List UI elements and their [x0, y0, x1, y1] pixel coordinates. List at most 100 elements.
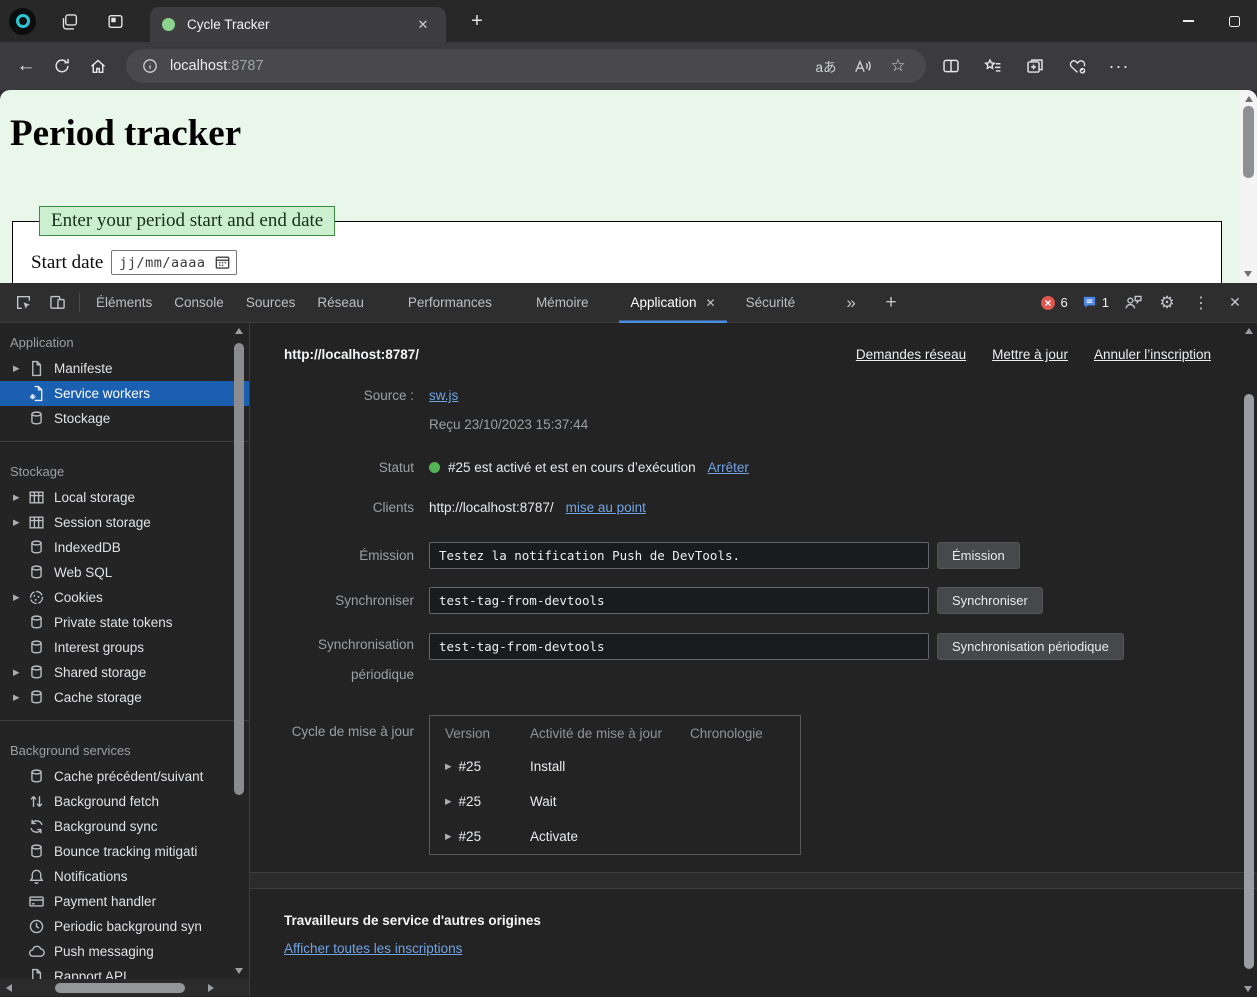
periodic-sync-button[interactable]: Synchronisation périodique: [937, 633, 1124, 660]
sidebar-item-bounce-tracking[interactable]: Bounce tracking mitigati: [0, 839, 249, 864]
translate-icon[interactable]: aあ: [808, 51, 844, 81]
scroll-down-arrow[interactable]: [1244, 986, 1252, 992]
favorite-star-icon[interactable]: ☆: [880, 51, 916, 81]
browser-tab[interactable]: Cycle Tracker ✕: [150, 7, 446, 42]
new-tab-button[interactable]: +: [462, 6, 492, 36]
network-requests-link[interactable]: Demandes réseau: [856, 347, 966, 362]
refresh-button[interactable]: [44, 48, 80, 84]
device-toolbar-icon[interactable]: [40, 283, 74, 323]
more-tabs-icon[interactable]: »: [834, 283, 868, 323]
sidebar-item-interest-groups[interactable]: Interest groups: [0, 635, 249, 660]
browser-essentials-icon[interactable]: [1056, 48, 1098, 84]
show-all-registrations-link[interactable]: Afficher toutes les inscriptions: [284, 941, 462, 956]
stop-link[interactable]: Arrêter: [708, 460, 749, 475]
settings-more-icon[interactable]: ···: [1098, 48, 1140, 84]
table-row[interactable]: ▶#25 Wait: [430, 784, 800, 819]
address-bar[interactable]: localhost:8787 aあ ☆: [126, 49, 926, 83]
sidebar-item-web-sql[interactable]: Web SQL: [0, 560, 249, 585]
workspaces-icon[interactable]: [52, 4, 86, 38]
gear-icon[interactable]: ⚙: [1151, 283, 1183, 323]
url-text[interactable]: localhost:8787: [170, 58, 808, 74]
expander-icon[interactable]: ▶: [445, 796, 452, 807]
source-file-link[interactable]: sw.js: [429, 388, 458, 403]
expander-icon[interactable]: ▶: [13, 363, 28, 374]
expander-icon[interactable]: ▶: [13, 492, 28, 503]
favorites-hub-icon[interactable]: [972, 48, 1014, 84]
scrollbar-thumb[interactable]: [55, 983, 185, 993]
split-screen-icon[interactable]: [930, 48, 972, 84]
expander-icon[interactable]: ▶: [445, 831, 452, 842]
sidebar-item-manifeste[interactable]: ▶ Manifeste: [0, 356, 249, 381]
scroll-up-arrow[interactable]: [235, 328, 243, 334]
sidebar-item-cookies[interactable]: ▶ Cookies: [0, 585, 249, 610]
issue-badge[interactable]: 1: [1076, 295, 1115, 310]
error-badge[interactable]: 6: [1034, 295, 1074, 311]
tab-actions-icon[interactable]: [98, 4, 132, 38]
sidebar-item-background-fetch[interactable]: Background fetch: [0, 789, 249, 814]
push-input[interactable]: [429, 542, 929, 569]
sidebar-item-service-workers[interactable]: Service workers: [0, 381, 249, 406]
read-aloud-icon[interactable]: [844, 51, 880, 81]
scroll-up-arrow[interactable]: [1245, 328, 1253, 334]
expander-icon[interactable]: ▶: [13, 592, 28, 603]
scroll-down-arrow[interactable]: [1244, 271, 1252, 277]
sidebar-item-session-storage[interactable]: ▶ Session storage: [0, 510, 249, 535]
scrollbar-thumb[interactable]: [1243, 106, 1254, 178]
scroll-down-arrow[interactable]: [235, 968, 243, 974]
tab-performance[interactable]: Performances: [397, 283, 503, 323]
focus-link[interactable]: mise au point: [566, 500, 646, 515]
home-button[interactable]: [80, 48, 116, 84]
edge-logo-icon[interactable]: [9, 8, 36, 35]
tab-security[interactable]: Sécurité: [735, 283, 807, 323]
update-link[interactable]: Mettre à jour: [992, 347, 1068, 362]
start-date-input[interactable]: jj/mm/aaaa: [111, 250, 237, 275]
sidebar-item-push-messaging[interactable]: Push messaging: [0, 939, 249, 964]
page-scrollbar[interactable]: [1240, 90, 1257, 283]
sidebar-item-cache-storage[interactable]: ▶ Cache storage: [0, 685, 249, 710]
add-devtools-tab-icon[interactable]: +: [874, 283, 908, 323]
tab-console[interactable]: Console: [163, 283, 235, 323]
tab-close-icon[interactable]: ✕: [412, 14, 434, 36]
periodic-sync-input[interactable]: [429, 633, 929, 660]
expander-icon[interactable]: ▶: [13, 692, 28, 703]
sidebar-item-local-storage[interactable]: ▶ Local storage: [0, 485, 249, 510]
sidebar-item-notifications[interactable]: Notifications: [0, 864, 249, 889]
sync-input[interactable]: [429, 587, 929, 614]
scroll-up-arrow[interactable]: [1245, 96, 1253, 102]
sidebar-item-indexeddb[interactable]: IndexedDB: [0, 535, 249, 560]
calendar-icon[interactable]: [214, 254, 231, 271]
sidebar-item-stockage[interactable]: Stockage: [0, 406, 249, 431]
tab-elements[interactable]: Éléments: [85, 283, 163, 323]
expander-icon[interactable]: ▶: [13, 667, 28, 678]
main-vertical-scrollbar[interactable]: [1241, 323, 1256, 996]
site-info-icon[interactable]: [142, 58, 158, 74]
sync-button[interactable]: Synchroniser: [937, 587, 1043, 614]
sidebar-vertical-scrollbar[interactable]: [232, 323, 246, 979]
tab-application[interactable]: Application ✕: [619, 283, 726, 323]
scrollbar-thumb[interactable]: [234, 343, 244, 795]
sidebar-item-periodic-background-sync[interactable]: Periodic background syn: [0, 914, 249, 939]
scrollbar-thumb[interactable]: [1244, 394, 1254, 969]
sidebar-item-payment-handler[interactable]: Payment handler: [0, 889, 249, 914]
collections-icon[interactable]: [1014, 48, 1056, 84]
feedback-icon[interactable]: [1117, 283, 1149, 323]
minimize-button[interactable]: [1165, 0, 1211, 42]
sidebar-item-back-forward-cache[interactable]: Cache précédent/suivant: [0, 764, 249, 789]
push-button[interactable]: Émission: [937, 542, 1020, 569]
kebab-menu-icon[interactable]: ⋮: [1185, 283, 1217, 323]
expander-icon[interactable]: ▶: [445, 761, 452, 772]
tab-memory[interactable]: Mémoire: [525, 283, 600, 323]
tab-sources[interactable]: Sources: [235, 283, 307, 323]
table-row[interactable]: ▶#25 Activate: [430, 819, 800, 854]
table-row[interactable]: ▶#25 Install: [430, 749, 800, 784]
unregister-link[interactable]: Annuler l’inscription: [1094, 347, 1211, 362]
sidebar-item-shared-storage[interactable]: ▶ Shared storage: [0, 660, 249, 685]
sidebar-item-background-sync[interactable]: Background sync: [0, 814, 249, 839]
scroll-right-arrow[interactable]: [208, 984, 214, 992]
tab-network[interactable]: Réseau: [306, 283, 375, 323]
tab-application-close-icon[interactable]: ✕: [706, 296, 716, 310]
maximize-button[interactable]: [1211, 0, 1257, 42]
devtools-close-icon[interactable]: ✕: [1219, 283, 1251, 323]
expander-icon[interactable]: ▶: [13, 517, 28, 528]
scroll-left-arrow[interactable]: [6, 984, 12, 992]
